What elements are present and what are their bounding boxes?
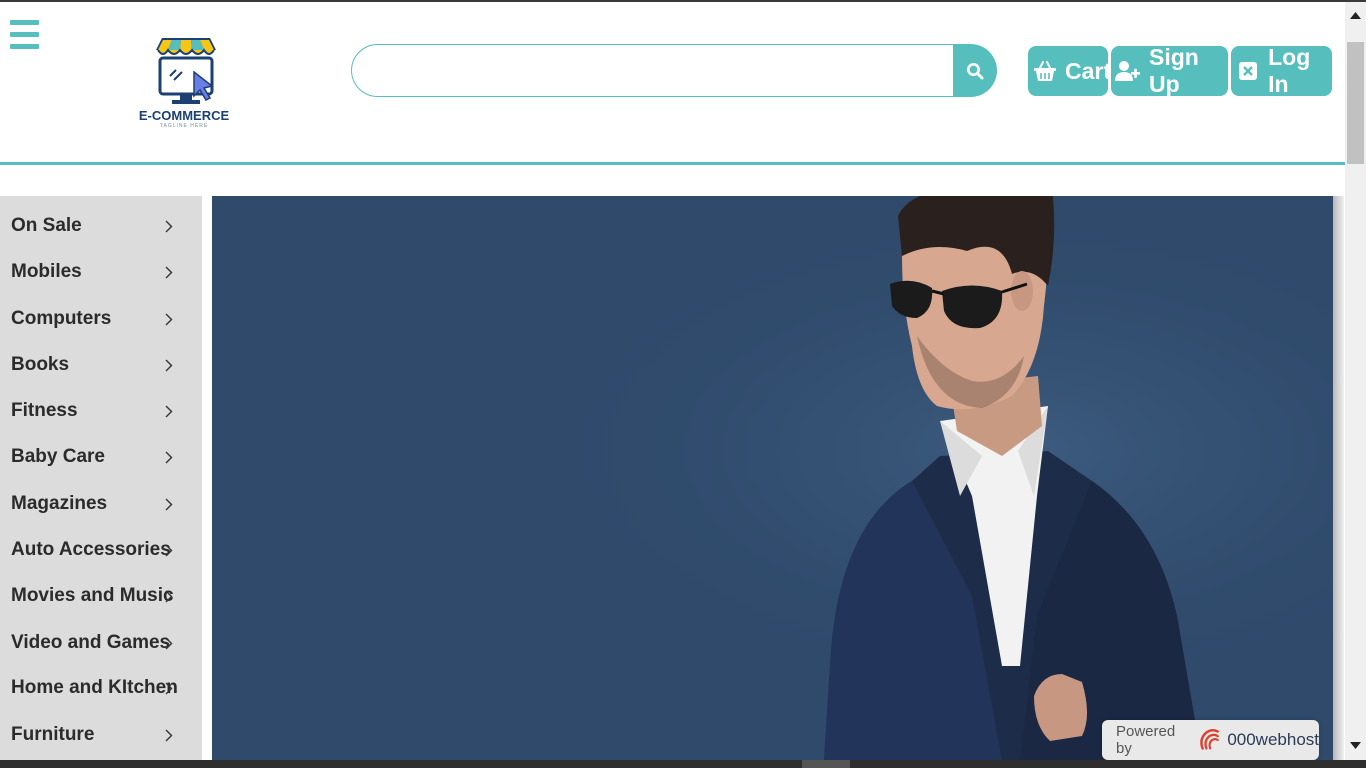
category-label: Computers <box>11 308 112 329</box>
category-label: Home and KItchen <box>11 677 178 698</box>
webhost-name: 000webhost <box>1227 730 1319 749</box>
logo-tagline: TAGLINE HERE <box>159 123 209 129</box>
powered-by-badge[interactable]: Powered by 000webhost <box>1102 720 1319 760</box>
sidebar-item-video-and-games[interactable]: Video and Games <box>0 620 202 666</box>
category-label: Mobiles <box>11 261 82 282</box>
sidebar-item-magazines[interactable]: Magazines <box>0 481 202 527</box>
site-logo[interactable]: E-COMMERCE TAGLINE HERE <box>130 36 238 132</box>
sidebar-item-baby-care[interactable]: Baby Care <box>0 434 202 480</box>
chevron-right-icon <box>162 681 176 695</box>
chevron-right-icon <box>162 312 176 326</box>
sidebar-item-mobiles[interactable]: Mobiles <box>0 249 202 295</box>
scrollbar-thumb[interactable] <box>1347 42 1364 164</box>
hamburger-icon[interactable] <box>10 20 39 51</box>
sidebar-item-home-and-kitchen[interactable]: Home and KItchen <box>0 665 202 711</box>
cart-label: Cart <box>1065 57 1112 84</box>
webhost-logo-icon <box>1199 729 1219 750</box>
search-button[interactable] <box>953 44 997 97</box>
category-label: Fitness <box>11 400 78 421</box>
powered-by-label: Powered by <box>1116 723 1176 757</box>
category-label: On Sale <box>11 215 82 236</box>
scroll-down-arrow-icon[interactable] <box>1345 736 1366 754</box>
cart-button[interactable]: Cart <box>1028 46 1112 96</box>
category-label: Video and Games <box>11 632 171 653</box>
chevron-right-icon <box>162 589 176 603</box>
close-box-icon <box>1236 58 1260 84</box>
sidebar-item-furniture[interactable]: Furniture <box>0 712 202 758</box>
search-input[interactable] <box>351 44 955 97</box>
sign-up-label: Sign Up <box>1149 44 1199 97</box>
category-label: Books <box>11 354 70 375</box>
chevron-right-icon <box>162 450 176 464</box>
chevron-right-icon <box>162 543 176 557</box>
storefront-logo-icon <box>156 38 216 104</box>
site-header: E-COMMERCE TAGLINE HERE Cart Sign Up Log… <box>0 2 1345 162</box>
basket-icon <box>1033 58 1057 84</box>
category-label: Movies and Music <box>11 585 174 606</box>
category-label: Baby Care <box>11 446 105 467</box>
sidebar-item-computers[interactable]: Computers <box>0 296 202 342</box>
category-sidebar: On Sale Mobiles Computers Books Fitness … <box>0 196 202 761</box>
hero-edge-shadow <box>1333 196 1344 761</box>
chevron-right-icon <box>162 358 176 372</box>
chevron-right-icon <box>162 728 176 742</box>
category-label: Magazines <box>11 493 108 514</box>
vertical-scrollbar[interactable] <box>1345 2 1366 760</box>
category-label: Furniture <box>11 724 95 745</box>
chevron-right-icon <box>162 404 176 418</box>
search-icon <box>967 62 984 79</box>
search-bar <box>351 44 997 97</box>
chevron-right-icon <box>162 497 176 511</box>
sign-up-button[interactable]: Sign Up <box>1111 44 1228 97</box>
logo-title: E-COMMERCE <box>138 108 230 123</box>
horizontal-scrollbar-thumb[interactable] <box>802 760 850 768</box>
sidebar-item-on-sale[interactable]: On Sale <box>0 203 202 249</box>
chevron-right-icon <box>162 636 176 650</box>
sidebar-item-movies-and-music[interactable]: Movies and Music <box>0 573 202 619</box>
horizontal-scrollbar[interactable] <box>0 760 1366 768</box>
hero-banner[interactable] <box>212 196 1334 761</box>
log-in-button[interactable]: Log In <box>1231 44 1332 97</box>
sidebar-item-books[interactable]: Books <box>0 342 202 388</box>
hero-model-photo <box>212 196 1334 761</box>
log-in-label: Log In <box>1268 44 1311 97</box>
sidebar-item-fitness[interactable]: Fitness <box>0 388 202 434</box>
header-divider <box>0 162 1345 165</box>
chevron-right-icon <box>162 219 176 233</box>
scroll-up-arrow-icon[interactable] <box>1345 6 1366 24</box>
category-label: Auto Accessories <box>11 539 171 560</box>
sidebar-item-auto-accessories[interactable]: Auto Accessories <box>0 527 202 573</box>
chevron-right-icon <box>162 265 176 279</box>
user-plus-icon <box>1115 58 1141 84</box>
